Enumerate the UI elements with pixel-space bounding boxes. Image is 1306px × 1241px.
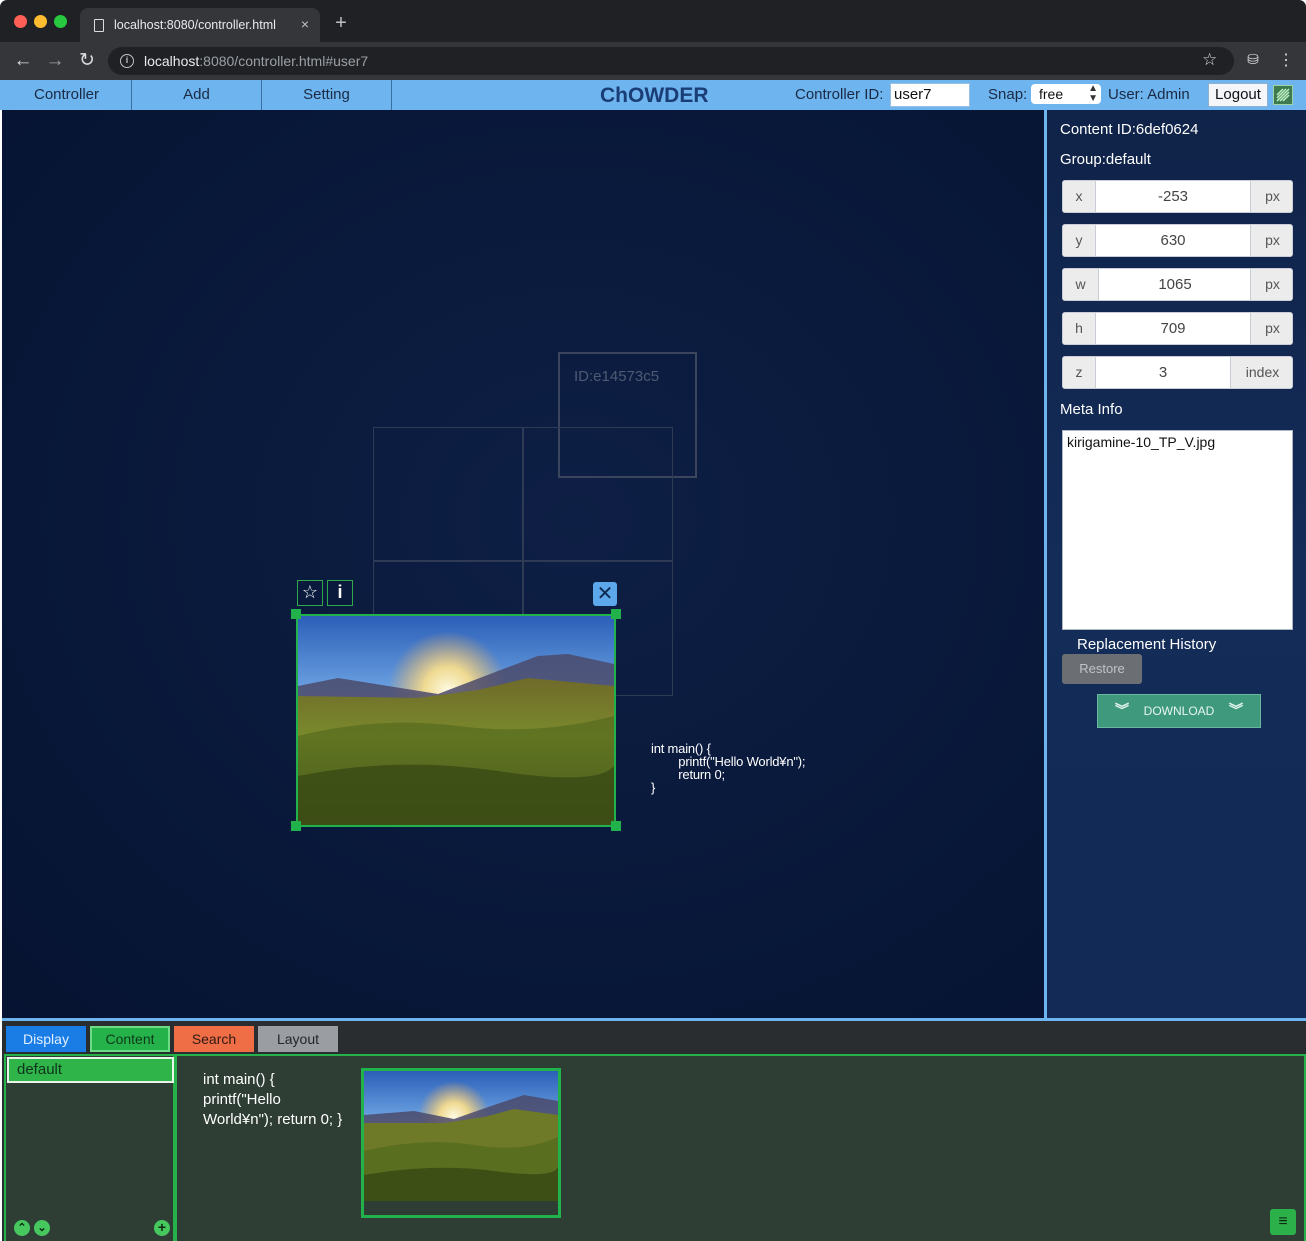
address-bar[interactable]: i localhost:8080/controller.html#user7 ☆ (108, 47, 1234, 75)
property-y-input[interactable]: 630 (1097, 225, 1249, 256)
double-chevron-down-icon: ︾ (1229, 702, 1243, 718)
landscape-image (298, 616, 614, 825)
property-x: x -253 px (1062, 180, 1293, 213)
controller-id-label: Controller ID: (795, 86, 884, 103)
browser-tab[interactable]: localhost:8080/controller.html × (80, 8, 320, 42)
property-unit: px (1250, 313, 1292, 344)
browser-tabstrip: localhost:8080/controller.html × + (0, 0, 1306, 42)
property-unit: px (1250, 225, 1292, 256)
property-key: h (1063, 313, 1096, 344)
mark-star-icon[interactable]: ☆ (297, 580, 323, 606)
tab-search[interactable]: Search (174, 1026, 254, 1052)
logout-button[interactable]: Logout (1208, 83, 1268, 107)
site-info-icon[interactable]: i (120, 54, 134, 68)
incognito-icon[interactable]: ⛁ (1243, 51, 1263, 71)
move-group-down-icon[interactable]: ⌄ (34, 1220, 50, 1236)
tab-content[interactable]: Content (90, 1026, 170, 1052)
property-unit: px (1250, 269, 1292, 300)
property-panel: Content ID:6def0624 Group:default x -253… (1044, 110, 1306, 1018)
property-x-input[interactable]: -253 (1097, 181, 1249, 212)
controller-id-input[interactable]: user7 (890, 83, 970, 107)
property-key: w (1063, 269, 1099, 300)
forward-arrow-icon[interactable]: → (44, 50, 66, 72)
image-content-thumbnail[interactable] (361, 1068, 561, 1218)
select-arrows-icon: ▲ ▼ (1088, 83, 1098, 104)
text-content[interactable]: int main() { printf("Hello World¥n"); re… (651, 742, 806, 794)
url-text: localhost:8080/controller.html#user7 (144, 53, 368, 69)
property-z: z 3 index (1062, 356, 1293, 389)
close-content-icon[interactable]: ✕ (593, 582, 617, 606)
group-item-default[interactable]: default (7, 1057, 174, 1083)
virtual-display-cell (373, 427, 523, 561)
selected-image-content[interactable] (296, 614, 616, 827)
close-tab-icon[interactable]: × (296, 15, 314, 33)
property-h: h 709 px (1062, 312, 1293, 345)
property-w-input[interactable]: 1065 (1100, 269, 1250, 300)
content-info-icon[interactable]: i (327, 580, 353, 606)
browser-tab-title: localhost:8080/controller.html (114, 18, 276, 32)
resize-handle[interactable] (291, 821, 301, 831)
display-id-label: ID:e14573c5 (574, 368, 660, 385)
bookmark-star-icon[interactable]: ☆ (1202, 50, 1217, 70)
content-list: int main() { printf("Hello World¥n"); re… (175, 1054, 1306, 1241)
meta-info-label: Meta Info (1060, 401, 1123, 418)
property-key: z (1063, 357, 1096, 388)
snap-select-value: free (1039, 86, 1064, 102)
list-menu-icon[interactable]: ≡ (1270, 1209, 1296, 1235)
property-h-input[interactable]: 709 (1097, 313, 1249, 344)
app-menubar: Controller Add Setting ChOWDER Controlle… (0, 80, 1306, 110)
add-group-icon[interactable]: + (154, 1220, 170, 1236)
snap-select[interactable]: free ▲ ▼ (1031, 84, 1101, 104)
property-key: y (1063, 225, 1096, 256)
browser-toolbar: ← → ↻ i localhost:8080/controller.html#u… (0, 42, 1306, 80)
group-list: default ⌃ ⌄ + (4, 1054, 175, 1241)
property-y: y 630 px (1062, 224, 1293, 257)
content-id-label: Content ID:6def0624 (1060, 121, 1199, 138)
url-path: :8080/controller.html#user7 (199, 53, 369, 69)
virtual-display-cell (523, 427, 673, 561)
text-content-thumbnail[interactable]: int main() { printf("Hello World¥n"); re… (203, 1070, 353, 1130)
menu-controller[interactable]: Controller (2, 80, 132, 110)
restore-button[interactable]: Restore (1062, 654, 1142, 684)
landscape-thumbnail-image (364, 1071, 558, 1201)
property-z-input[interactable]: 3 (1097, 357, 1229, 388)
document-icon (94, 19, 104, 32)
download-label: DOWNLOAD (1143, 704, 1215, 718)
tab-display[interactable]: Display (6, 1026, 86, 1052)
property-unit: index (1230, 357, 1292, 388)
meta-info-textarea[interactable]: kirigamine-10_TP_V.jpg (1062, 430, 1293, 630)
menu-add[interactable]: Add (132, 80, 262, 110)
reload-icon[interactable]: ↻ (76, 50, 98, 72)
bottom-panel: Display Content Search Layout default ⌃ … (2, 1018, 1306, 1241)
window-close-button[interactable] (14, 15, 27, 28)
new-tab-button[interactable]: + (330, 12, 352, 34)
property-w: w 1065 px (1062, 268, 1293, 301)
resize-handle[interactable] (611, 609, 621, 619)
resize-handle[interactable] (291, 609, 301, 619)
snap-label: Snap: (988, 86, 1028, 103)
double-chevron-down-icon: ︾ (1115, 702, 1129, 718)
property-unit: px (1250, 181, 1292, 212)
property-key: x (1063, 181, 1096, 212)
connection-status-icon (1273, 85, 1293, 105)
menu-setting[interactable]: Setting (262, 80, 392, 110)
tab-layout[interactable]: Layout (258, 1026, 338, 1052)
back-arrow-icon[interactable]: ← (12, 50, 34, 72)
group-label: Group:default (1060, 151, 1151, 168)
browser-menu-icon[interactable]: ⋮ (1278, 51, 1294, 71)
download-button[interactable]: ︾ DOWNLOAD ︾ (1097, 694, 1261, 728)
app-title: ChOWDER (600, 84, 709, 107)
user-label: User: Admin (1108, 86, 1190, 103)
display-canvas[interactable]: ID:e14573c5 ☆ i ✕ int main() {printf("H… (2, 110, 1044, 1018)
app-root: localhost:8080/controller.html × + ← → ↻… (0, 0, 1306, 1241)
window-minimize-button[interactable] (34, 15, 47, 28)
url-host: localhost (144, 53, 200, 69)
replacement-history-label: Replacement History (1077, 636, 1217, 653)
window-zoom-button[interactable] (54, 15, 67, 28)
move-group-up-icon[interactable]: ⌃ (14, 1220, 30, 1236)
resize-handle[interactable] (611, 821, 621, 831)
